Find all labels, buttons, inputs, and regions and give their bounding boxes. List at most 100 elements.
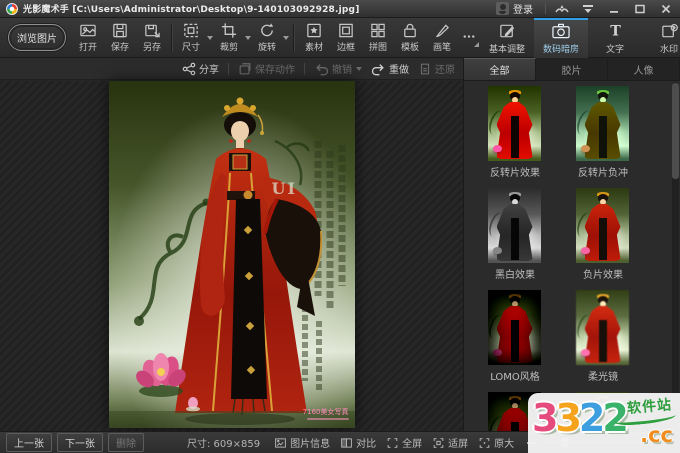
template-icon (401, 22, 419, 39)
effect-thumbnail (576, 188, 629, 263)
effect-item-fx-lomo[interactable]: LOMO风格 (488, 290, 576, 383)
restore-icon (418, 62, 432, 76)
watermark-icon (660, 22, 679, 40)
effects-tabs: 全部 胶片 人像 (464, 58, 680, 81)
scrollbar-thumb[interactable] (672, 83, 679, 179)
titlebar[interactable]: 光影魔术手 [C:\Users\Administrator\Desktop\9-… (0, 0, 680, 18)
resize-button[interactable]: 尺寸 (176, 20, 214, 55)
close-button[interactable] (656, 2, 676, 16)
panel-scrollbar[interactable] (672, 82, 679, 428)
rotate-icon (258, 22, 276, 39)
tab-all[interactable]: 全部 (464, 58, 536, 80)
collage-button[interactable]: 拼图 (362, 20, 394, 55)
login-button[interactable]: 登录 (494, 0, 539, 17)
brush-icon (433, 22, 451, 39)
brush-button[interactable]: 画笔 (426, 20, 458, 55)
compare-button[interactable]: 对比 (340, 435, 376, 450)
material-icon (305, 22, 323, 39)
save-button[interactable]: 保存 (104, 20, 136, 55)
photo-artwork (109, 81, 355, 428)
effects-panel: 全部 胶片 人像 反转片效果 反转片负冲 (463, 58, 680, 431)
effect-thumbnail (488, 86, 541, 161)
fullscreen-icon (386, 437, 399, 449)
undo-button[interactable]: 撤销 (314, 61, 362, 76)
text-tool-tab[interactable]: T 文字 (588, 18, 642, 58)
fit-screen-icon (432, 437, 445, 449)
material-button[interactable]: 素材 (298, 20, 330, 55)
prev-image-button[interactable]: 上一张 (6, 433, 52, 452)
original-size-button[interactable]: 原大 (478, 435, 514, 450)
photoworks-window: 光影魔术手 [C:\Users\Administrator\Desktop\9-… (0, 0, 680, 453)
watermark-tool-tab[interactable]: 水印 (642, 18, 680, 58)
adjust-icon (498, 22, 517, 40)
save-action-icon (238, 62, 252, 76)
image-canvas[interactable]: UI 7160美女写真 (0, 81, 463, 431)
digital-darkroom-tab[interactable]: 数码暗房 (534, 18, 588, 58)
effect-item-fx-bw[interactable]: 黑白效果 (488, 188, 576, 281)
effect-thumbnail (488, 290, 541, 365)
corner-expand-icon (474, 42, 479, 47)
save-icon (111, 22, 129, 39)
user-avatar-icon (496, 2, 509, 15)
main-toolbar: 浏览图片 打开 保存 另存 尺寸 裁剪 (0, 18, 680, 58)
effect-item-fx-soft[interactable]: 柔光镜 (576, 290, 664, 383)
rotate-button[interactable]: 旋转 (252, 20, 290, 55)
effect-item-fx-negative[interactable]: 负片效果 (576, 188, 664, 281)
effect-thumbnail (576, 290, 629, 365)
chevron-down-icon[interactable] (283, 36, 289, 40)
chevron-down-icon[interactable] (245, 36, 251, 40)
upgrade-icon[interactable] (552, 2, 572, 16)
titlebar-separator (545, 3, 546, 14)
resize-icon (182, 22, 200, 39)
svg-text:T: T (610, 24, 621, 40)
camera-icon (551, 22, 571, 40)
open-button[interactable]: 打开 (72, 20, 104, 55)
tab-film[interactable]: 胶片 (536, 58, 608, 80)
share-icon (182, 62, 196, 76)
basic-adjust-tab[interactable]: 基本调整 (480, 18, 534, 58)
crop-icon (220, 22, 238, 39)
poster-brand-text: UI (272, 179, 297, 198)
open-icon (79, 22, 97, 39)
image-info-icon (274, 437, 287, 449)
image-info-button[interactable]: 图片信息 (274, 435, 330, 450)
fullscreen-button[interactable]: 全屏 (386, 435, 422, 450)
redo-button[interactable]: 重做 (371, 61, 409, 76)
minimize-button[interactable] (604, 2, 624, 16)
restore-button[interactable]: 还原 (418, 61, 455, 76)
save-action-button[interactable]: 保存动作 (238, 61, 295, 76)
effect-label: 反转片效果 (480, 164, 550, 179)
effect-item-fx-reversal[interactable]: 反转片效果 (488, 86, 576, 179)
site-watermark-3322: 3322 软件站 .cc (528, 393, 680, 453)
fit-screen-button[interactable]: 适屏 (432, 435, 468, 450)
text-icon: T (606, 22, 625, 40)
frame-button[interactable]: 边框 (330, 20, 362, 55)
save-as-button[interactable]: 另存 (136, 20, 168, 55)
action-separator (304, 63, 305, 75)
original-size-icon (478, 437, 491, 449)
effect-label: 柔光镜 (568, 368, 638, 383)
effect-item-fx-crossprocess[interactable]: 反转片负冲 (576, 86, 664, 179)
template-button[interactable]: 模板 (394, 20, 426, 55)
site-domain: .cc (640, 423, 673, 447)
login-label: 登录 (513, 1, 533, 16)
crop-button[interactable]: 裁剪 (214, 20, 252, 55)
chevron-down-icon[interactable] (356, 67, 362, 71)
mode-tools: 基本调整 数码暗房 T 文字 水印 (480, 18, 680, 58)
share-button[interactable]: 分享 (182, 61, 219, 76)
more-tools-button[interactable] (458, 27, 480, 48)
next-image-button[interactable]: 下一张 (57, 433, 103, 452)
effect-thumbnail (576, 86, 629, 161)
chevron-down-icon[interactable] (207, 36, 213, 40)
maximize-button[interactable] (630, 2, 650, 16)
collage-icon (369, 22, 387, 39)
site-number: 3322 (532, 399, 626, 437)
effect-thumbnail (488, 188, 541, 263)
delete-image-button[interactable]: 删除 (108, 433, 144, 452)
skin-menu-icon[interactable] (578, 2, 598, 16)
action-separator (228, 63, 229, 75)
action-bar: 分享 保存动作 撤销 重做 还原 (0, 58, 463, 80)
frame-icon (337, 22, 355, 39)
tab-portrait[interactable]: 人像 (608, 58, 680, 80)
browse-images-button[interactable]: 浏览图片 (8, 24, 66, 51)
